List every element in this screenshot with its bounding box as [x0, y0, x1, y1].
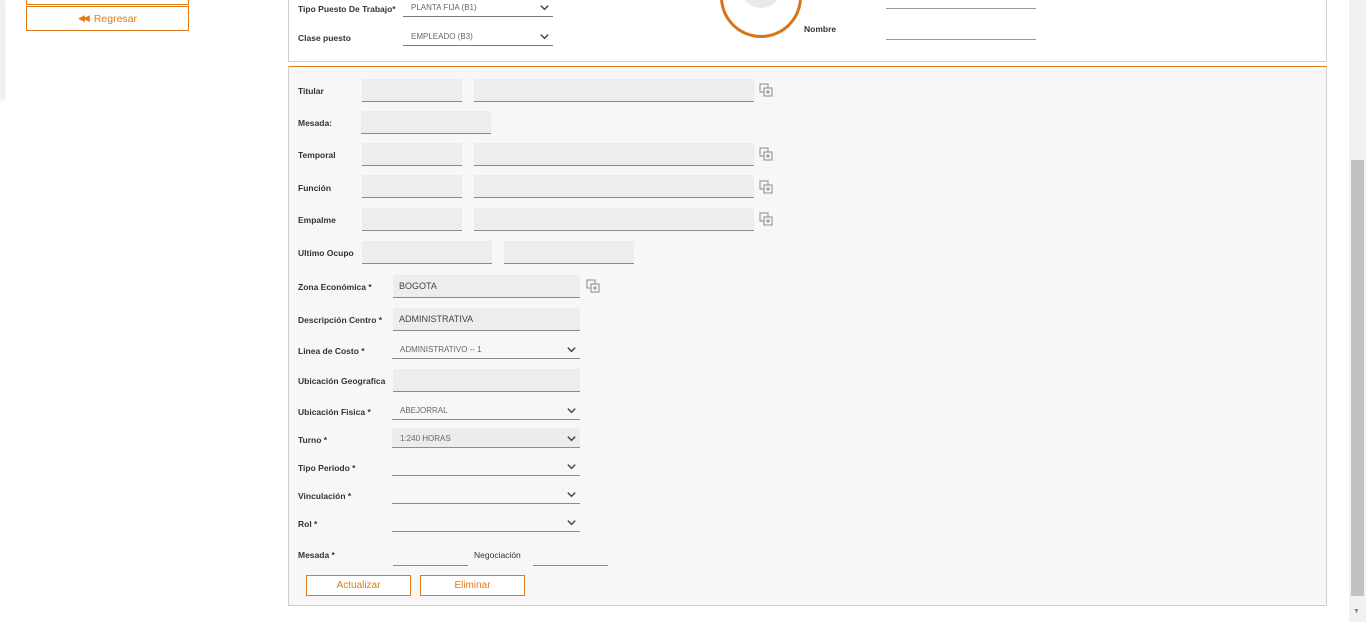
tipo-periodo-select[interactable]	[392, 456, 580, 476]
funcion-code-field[interactable]	[362, 175, 462, 198]
ubic-geo-label: Ubicación Geografica	[298, 376, 386, 386]
chevron-down-icon	[540, 5, 549, 11]
chevron-down-icon	[567, 520, 576, 526]
rewind-icon: ◀◀	[77, 13, 90, 23]
desc-centro-field[interactable]: ADMINISTRATIVA	[393, 308, 580, 331]
chevron-down-icon	[567, 347, 576, 353]
titular-code-field[interactable]	[362, 79, 462, 102]
clase-puesto-label: Clase puesto	[298, 33, 351, 43]
turno-label: Turno *	[298, 435, 328, 445]
avatar	[720, 0, 802, 38]
linea-costo-label: Linea de Costo *	[298, 346, 365, 356]
funcion-name-field[interactable]	[474, 175, 754, 198]
nombre-label: Nombre	[804, 24, 837, 34]
ultimo-ocupo-name-field[interactable]	[504, 241, 634, 264]
negociacion-label: Negociación	[474, 550, 521, 560]
chevron-down-icon	[540, 34, 549, 40]
titular-name-field[interactable]	[474, 79, 754, 102]
left-edge-shadow	[0, 0, 3, 100]
funcion-label: Función	[298, 183, 332, 193]
linea-costo-select[interactable]: ADMINISTRATIVO -- 1	[392, 339, 580, 359]
mesada-top-label: Mesada:	[298, 118, 333, 128]
ubic-fisica-select[interactable]: ABEJORRAL	[392, 400, 580, 420]
nombre-field[interactable]	[886, 39, 1036, 40]
turno-value: 1:240 HORAS	[400, 434, 451, 443]
vinculacion-label: Vinculación *	[298, 491, 352, 501]
chevron-down-icon	[567, 492, 576, 498]
temporal-code-field[interactable]	[362, 143, 462, 166]
empalme-name-field[interactable]	[474, 208, 754, 231]
desc-centro-label: Descripción Centro *	[298, 315, 383, 325]
zona-label: Zona Económica *	[298, 282, 372, 292]
scroll-down-arrow-icon[interactable]: ▼	[1353, 608, 1360, 615]
copy-icon[interactable]	[759, 147, 773, 161]
mesada-field[interactable]	[393, 543, 468, 566]
ultimo-ocupo-label: Ultimo Ocupo	[298, 248, 354, 258]
temporal-name-field[interactable]	[474, 143, 754, 166]
copy-icon[interactable]	[586, 279, 600, 293]
position-header-panel: Tipo Puesto De Trabajo* PLANTA FIJA (B1)…	[288, 0, 1327, 62]
mesada-top-field[interactable]	[361, 111, 491, 134]
ubic-fisica-value: ABEJORRAL	[400, 406, 448, 415]
rol-select[interactable]	[392, 512, 580, 532]
ubic-geo-field[interactable]	[393, 369, 580, 392]
empalme-label: Empalme	[298, 215, 336, 225]
copy-icon[interactable]	[759, 180, 773, 194]
copy-icon[interactable]	[759, 212, 773, 226]
avatar-placeholder-icon	[740, 0, 782, 8]
tipo-puesto-select[interactable]: PLANTA FIJA (B1)	[403, 0, 553, 17]
back-button[interactable]: ◀◀ Regresar	[26, 6, 189, 31]
eliminar-button[interactable]: Eliminar	[420, 575, 525, 596]
chevron-down-icon	[567, 464, 576, 470]
position-detail-panel: Titular Mesada: Temporal Función Empalme…	[288, 66, 1327, 606]
tipo-periodo-label: Tipo Periodo *	[298, 463, 356, 473]
titular-label: Titular	[298, 86, 324, 96]
rol-label: Rol *	[298, 519, 318, 529]
turno-select[interactable]: 1:240 HORAS	[392, 428, 580, 448]
back-button-label: Regresar	[93, 12, 138, 25]
vinculacion-select[interactable]	[392, 484, 580, 504]
copy-icon[interactable]	[759, 83, 773, 97]
mesada-label: Mesada *	[298, 550, 335, 560]
negociacion-field[interactable]	[533, 543, 608, 566]
tipo-puesto-value: PLANTA FIJA (B1)	[411, 3, 477, 12]
chevron-down-icon	[567, 408, 576, 414]
clase-puesto-select[interactable]: EMPLEADO (B3)	[403, 28, 553, 46]
chevron-down-icon	[567, 436, 576, 442]
temporal-label: Temporal	[298, 150, 336, 160]
clase-puesto-value: EMPLEADO (B3)	[411, 32, 473, 41]
linea-costo-value: ADMINISTRATIVO -- 1	[400, 345, 482, 354]
actualizar-button[interactable]: Actualizar	[306, 575, 411, 596]
ubic-fisica-label: Ubicación Fisica *	[298, 407, 371, 417]
zona-field[interactable]: BOGOTA	[393, 275, 580, 298]
sidebar-top-button[interactable]	[26, 0, 189, 5]
empalme-code-field[interactable]	[362, 208, 462, 231]
tipo-puesto-label: Tipo Puesto De Trabajo*	[298, 4, 396, 14]
header-upper-field[interactable]	[886, 8, 1036, 9]
ultimo-ocupo-code-field[interactable]	[362, 241, 492, 264]
scrollbar-thumb[interactable]	[1351, 160, 1364, 596]
vertical-scrollbar[interactable]: ▼	[1349, 0, 1366, 622]
